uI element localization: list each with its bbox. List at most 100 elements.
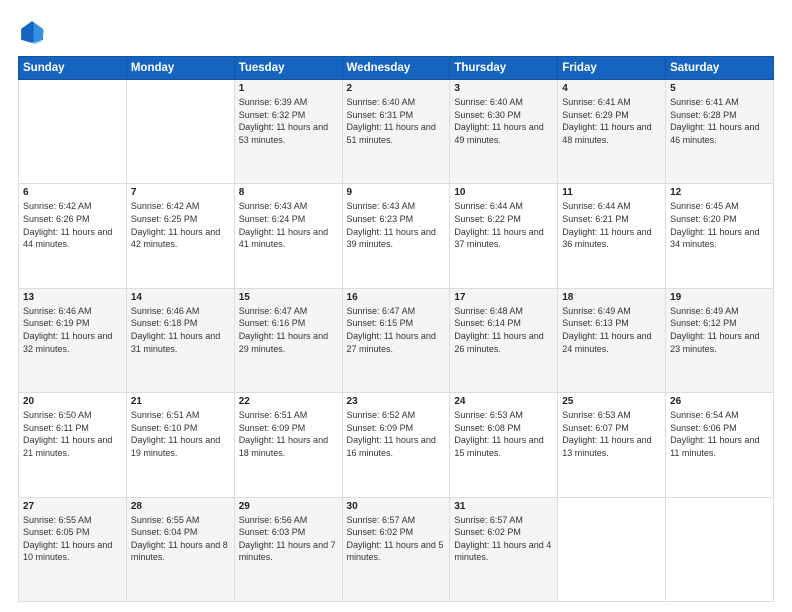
calendar-day-15: 15 Sunrise: 6:47 AM Sunset: 6:16 PM Dayli… bbox=[234, 288, 342, 392]
day-number: 26 bbox=[670, 396, 769, 407]
day-number: 20 bbox=[23, 396, 122, 407]
day-detail: Sunrise: 6:39 AM Sunset: 6:32 PM Dayligh… bbox=[239, 96, 338, 146]
day-detail: Sunrise: 6:51 AM Sunset: 6:09 PM Dayligh… bbox=[239, 409, 338, 459]
day-number: 27 bbox=[23, 501, 122, 512]
calendar-day-24: 24 Sunrise: 6:53 AM Sunset: 6:08 PM Dayli… bbox=[450, 393, 558, 497]
day-detail: Sunrise: 6:46 AM Sunset: 6:18 PM Dayligh… bbox=[131, 305, 230, 355]
day-number: 4 bbox=[562, 83, 661, 94]
day-number: 10 bbox=[454, 187, 553, 198]
calendar-week-5: 27Sunrise: 6:55 AM Sunset: 6:05 PM Dayli… bbox=[19, 497, 774, 601]
calendar-table: SundayMondayTuesdayWednesdayThursdayFrid… bbox=[18, 56, 774, 602]
logo bbox=[18, 18, 50, 46]
day-number: 17 bbox=[454, 292, 553, 303]
calendar-day-empty bbox=[558, 497, 666, 601]
calendar-day-29: 29Sunrise: 6:56 AM Sunset: 6:03 PM Dayli… bbox=[234, 497, 342, 601]
day-detail: Sunrise: 6:52 AM Sunset: 6:09 PM Dayligh… bbox=[347, 409, 446, 459]
calendar-day-10: 10 Sunrise: 6:44 AM Sunset: 6:22 PM Dayli… bbox=[450, 184, 558, 288]
day-detail: Sunrise: 6:42 AM Sunset: 6:26 PM Dayligh… bbox=[23, 200, 122, 250]
calendar-day-17: 17 Sunrise: 6:48 AM Sunset: 6:14 PM Dayli… bbox=[450, 288, 558, 392]
calendar-day-28: 28Sunrise: 6:55 AM Sunset: 6:04 PM Dayli… bbox=[126, 497, 234, 601]
day-detail: Sunrise: 6:49 AM Sunset: 6:13 PM Dayligh… bbox=[562, 305, 661, 355]
weekday-header-saturday: Saturday bbox=[666, 57, 774, 80]
day-number: 12 bbox=[670, 187, 769, 198]
weekday-header-friday: Friday bbox=[558, 57, 666, 80]
day-detail: Sunrise: 6:41 AM Sunset: 6:29 PM Dayligh… bbox=[562, 96, 661, 146]
day-number: 25 bbox=[562, 396, 661, 407]
calendar-day-6: 6 Sunrise: 6:42 AM Sunset: 6:26 PM Daylig… bbox=[19, 184, 127, 288]
day-number: 5 bbox=[670, 83, 769, 94]
day-number: 18 bbox=[562, 292, 661, 303]
weekday-header-sunday: Sunday bbox=[19, 57, 127, 80]
day-number: 23 bbox=[347, 396, 446, 407]
day-detail: Sunrise: 6:51 AM Sunset: 6:10 PM Dayligh… bbox=[131, 409, 230, 459]
calendar-day-19: 19 Sunrise: 6:49 AM Sunset: 6:12 PM Dayli… bbox=[666, 288, 774, 392]
day-detail: Sunrise: 6:47 AM Sunset: 6:15 PM Dayligh… bbox=[347, 305, 446, 355]
weekday-header-tuesday: Tuesday bbox=[234, 57, 342, 80]
calendar-day-18: 18 Sunrise: 6:49 AM Sunset: 6:13 PM Dayli… bbox=[558, 288, 666, 392]
calendar-day-14: 14 Sunrise: 6:46 AM Sunset: 6:18 PM Dayli… bbox=[126, 288, 234, 392]
day-detail: Sunrise: 6:53 AM Sunset: 6:08 PM Dayligh… bbox=[454, 409, 553, 459]
day-detail: Sunrise: 6:43 AM Sunset: 6:23 PM Dayligh… bbox=[347, 200, 446, 250]
calendar-day-5: 5 Sunrise: 6:41 AM Sunset: 6:28 PM Daylig… bbox=[666, 80, 774, 184]
day-number: 14 bbox=[131, 292, 230, 303]
day-number: 30 bbox=[347, 501, 446, 512]
day-number: 21 bbox=[131, 396, 230, 407]
day-number: 3 bbox=[454, 83, 553, 94]
calendar-day-26: 26 Sunrise: 6:54 AM Sunset: 6:06 PM Dayli… bbox=[666, 393, 774, 497]
calendar-day-4: 4 Sunrise: 6:41 AM Sunset: 6:29 PM Daylig… bbox=[558, 80, 666, 184]
day-detail: Sunrise: 6:50 AM Sunset: 6:11 PM Dayligh… bbox=[23, 409, 122, 459]
day-number: 29 bbox=[239, 501, 338, 512]
calendar-day-31: 31 Sunrise: 6:57 AM Sunset: 6:02 PM Dayli… bbox=[450, 497, 558, 601]
day-number: 24 bbox=[454, 396, 553, 407]
calendar-day-empty bbox=[666, 497, 774, 601]
day-number: 13 bbox=[23, 292, 122, 303]
day-detail: Sunrise: 6:57 AM Sunset: 6:02 PM Dayligh… bbox=[454, 514, 553, 564]
calendar-week-3: 13 Sunrise: 6:46 AM Sunset: 6:19 PM Dayli… bbox=[19, 288, 774, 392]
day-detail: Sunrise: 6:47 AM Sunset: 6:16 PM Dayligh… bbox=[239, 305, 338, 355]
day-number: 7 bbox=[131, 187, 230, 198]
day-detail: Sunrise: 6:54 AM Sunset: 6:06 PM Dayligh… bbox=[670, 409, 769, 459]
day-number: 15 bbox=[239, 292, 338, 303]
weekday-header-wednesday: Wednesday bbox=[342, 57, 450, 80]
calendar-day-21: 21 Sunrise: 6:51 AM Sunset: 6:10 PM Dayli… bbox=[126, 393, 234, 497]
day-detail: Sunrise: 6:41 AM Sunset: 6:28 PM Dayligh… bbox=[670, 96, 769, 146]
day-detail: Sunrise: 6:45 AM Sunset: 6:20 PM Dayligh… bbox=[670, 200, 769, 250]
day-number: 8 bbox=[239, 187, 338, 198]
calendar-day-13: 13 Sunrise: 6:46 AM Sunset: 6:19 PM Dayli… bbox=[19, 288, 127, 392]
day-detail: Sunrise: 6:48 AM Sunset: 6:14 PM Dayligh… bbox=[454, 305, 553, 355]
page: SundayMondayTuesdayWednesdayThursdayFrid… bbox=[0, 0, 792, 612]
day-detail: Sunrise: 6:57 AM Sunset: 6:02 PM Dayligh… bbox=[347, 514, 446, 564]
logo-icon bbox=[18, 18, 46, 46]
calendar-day-27: 27Sunrise: 6:55 AM Sunset: 6:05 PM Dayli… bbox=[19, 497, 127, 601]
calendar-day-2: 2Sunrise: 6:40 AM Sunset: 6:31 PM Daylig… bbox=[342, 80, 450, 184]
day-number: 16 bbox=[347, 292, 446, 303]
calendar-day-22: 22 Sunrise: 6:51 AM Sunset: 6:09 PM Dayli… bbox=[234, 393, 342, 497]
calendar-day-16: 16 Sunrise: 6:47 AM Sunset: 6:15 PM Dayli… bbox=[342, 288, 450, 392]
day-detail: Sunrise: 6:46 AM Sunset: 6:19 PM Dayligh… bbox=[23, 305, 122, 355]
calendar-day-empty bbox=[126, 80, 234, 184]
calendar-day-3: 3 Sunrise: 6:40 AM Sunset: 6:30 PM Daylig… bbox=[450, 80, 558, 184]
day-detail: Sunrise: 6:43 AM Sunset: 6:24 PM Dayligh… bbox=[239, 200, 338, 250]
day-number: 31 bbox=[454, 501, 553, 512]
day-number: 22 bbox=[239, 396, 338, 407]
calendar-day-8: 8 Sunrise: 6:43 AM Sunset: 6:24 PM Daylig… bbox=[234, 184, 342, 288]
calendar-week-1: 1 Sunrise: 6:39 AM Sunset: 6:32 PM Daylig… bbox=[19, 80, 774, 184]
calendar-week-2: 6 Sunrise: 6:42 AM Sunset: 6:26 PM Daylig… bbox=[19, 184, 774, 288]
calendar-day-23: 23 Sunrise: 6:52 AM Sunset: 6:09 PM Dayli… bbox=[342, 393, 450, 497]
day-number: 6 bbox=[23, 187, 122, 198]
day-number: 11 bbox=[562, 187, 661, 198]
day-detail: Sunrise: 6:40 AM Sunset: 6:30 PM Dayligh… bbox=[454, 96, 553, 146]
day-detail: Sunrise: 6:49 AM Sunset: 6:12 PM Dayligh… bbox=[670, 305, 769, 355]
day-detail: Sunrise: 6:40 AM Sunset: 6:31 PM Dayligh… bbox=[347, 96, 446, 146]
day-detail: Sunrise: 6:44 AM Sunset: 6:22 PM Dayligh… bbox=[454, 200, 553, 250]
calendar-day-25: 25Sunrise: 6:53 AM Sunset: 6:07 PM Dayli… bbox=[558, 393, 666, 497]
calendar-day-7: 7 Sunrise: 6:42 AM Sunset: 6:25 PM Daylig… bbox=[126, 184, 234, 288]
day-number: 19 bbox=[670, 292, 769, 303]
day-detail: Sunrise: 6:44 AM Sunset: 6:21 PM Dayligh… bbox=[562, 200, 661, 250]
weekday-header-thursday: Thursday bbox=[450, 57, 558, 80]
day-number: 1 bbox=[239, 83, 338, 94]
header bbox=[18, 18, 774, 46]
calendar-day-20: 20 Sunrise: 6:50 AM Sunset: 6:11 PM Dayli… bbox=[19, 393, 127, 497]
day-detail: Sunrise: 6:42 AM Sunset: 6:25 PM Dayligh… bbox=[131, 200, 230, 250]
calendar-day-30: 30 Sunrise: 6:57 AM Sunset: 6:02 PM Dayli… bbox=[342, 497, 450, 601]
